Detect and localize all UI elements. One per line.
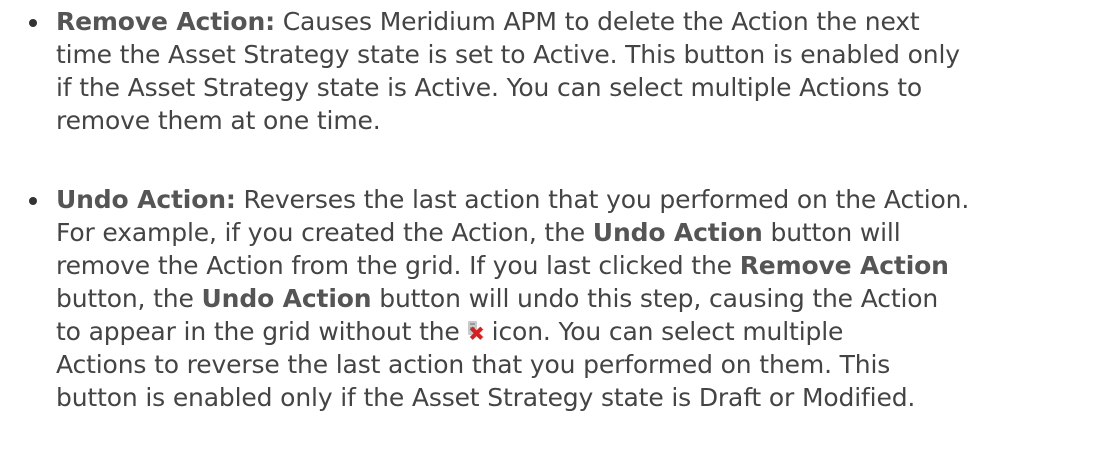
text-segment: remove the Action from the grid. If you … — [56, 251, 740, 280]
text-segment: For example, if you created the Action, … — [56, 218, 593, 247]
text-line: Causes Meridium APM to delete the Action… — [274, 7, 920, 36]
remove-action-icon — [466, 317, 488, 340]
bullet-icon — [29, 19, 37, 27]
text-segment: button, the — [56, 284, 202, 313]
bold-remove-action: Remove Action — [739, 251, 949, 280]
text-line: Actions to reverse the last action that … — [56, 350, 891, 379]
text-line: time the Asset Strategy state is set to … — [56, 40, 960, 69]
text-segment: icon. You can select multiple — [491, 317, 844, 346]
text-segment: button will undo this step, causing the … — [371, 284, 939, 313]
text-segment: button will — [762, 218, 901, 247]
help-document: Remove Action: Causes Meridium APM to de… — [0, 0, 1112, 467]
text-line: remove them at one time. — [56, 106, 381, 135]
text-line: button is enabled only if the Asset Stra… — [56, 383, 916, 412]
term-undo-action: Undo Action: — [56, 185, 236, 214]
text-segment: to appear in the grid without the — [56, 317, 460, 346]
text-line: Reverses the last action that you perfor… — [235, 185, 970, 214]
bold-undo-action: Undo Action — [592, 218, 763, 247]
bold-undo-action: Undo Action — [201, 284, 372, 313]
bullet-text: Remove Action: Causes Meridium APM to de… — [56, 5, 1111, 137]
term-remove-action: Remove Action: — [56, 7, 275, 36]
bullet-icon — [29, 197, 37, 205]
bullet-text: Undo Action: Reverses the last action th… — [56, 183, 1111, 414]
text-line: if the Asset Strategy state is Active. Y… — [56, 73, 923, 102]
